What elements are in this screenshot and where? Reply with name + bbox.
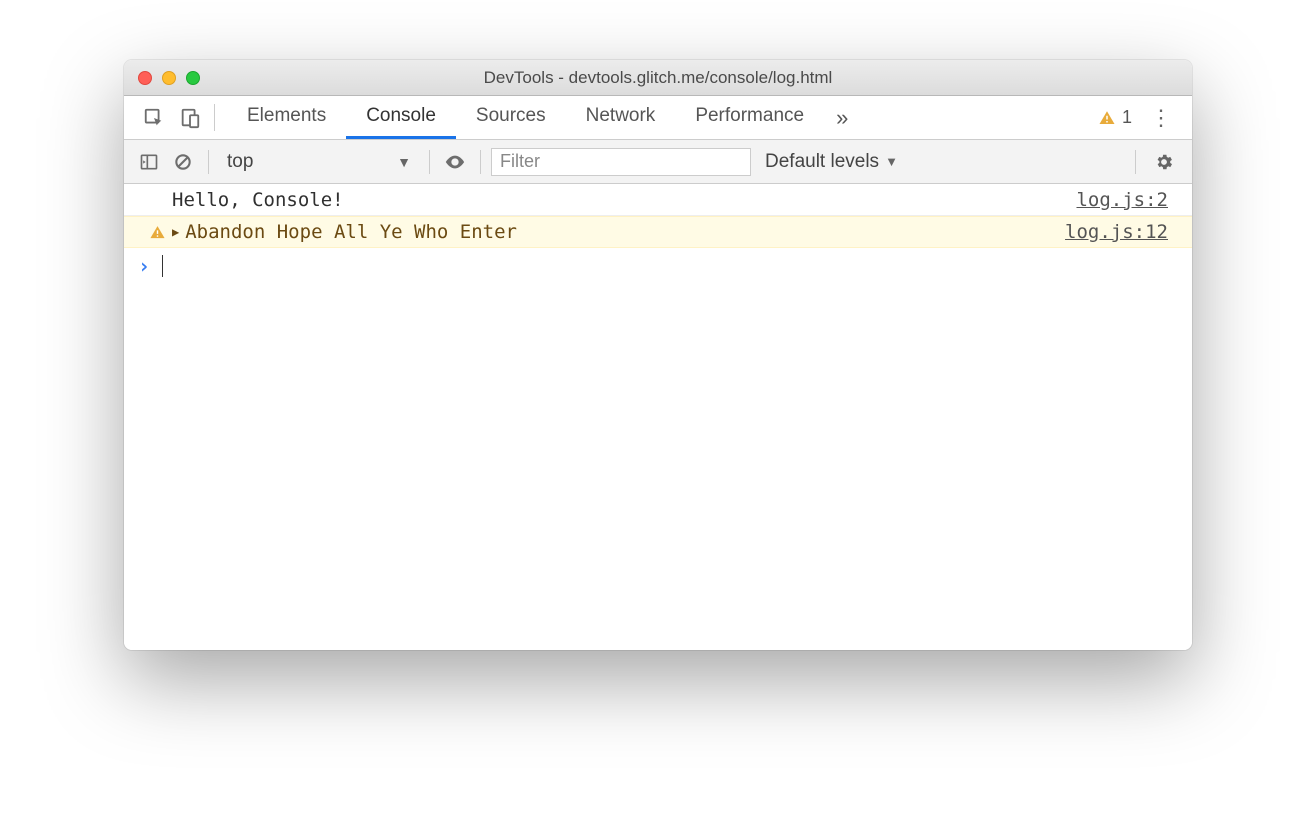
tabs: Elements Console Sources Network Perform… [227, 96, 824, 139]
expand-toggle-icon[interactable]: ▶ [172, 225, 179, 239]
console-output: Hello, Console! log.js:2 ▶ Abandon Hope … [124, 184, 1192, 650]
titlebar: DevTools - devtools.glitch.me/console/lo… [124, 60, 1192, 96]
tab-network[interactable]: Network [566, 96, 676, 139]
log-message: Hello, Console! [172, 189, 1076, 211]
filter-input[interactable] [491, 148, 751, 176]
warning-icon [1098, 109, 1116, 127]
window-title: DevTools - devtools.glitch.me/console/lo… [124, 68, 1192, 88]
source-link[interactable]: log.js:2 [1076, 189, 1178, 211]
zoom-window-button[interactable] [186, 71, 200, 85]
source-link[interactable]: log.js:12 [1065, 221, 1178, 243]
tabs-overflow-button[interactable]: » [824, 96, 860, 139]
divider [429, 150, 430, 174]
divider [208, 150, 209, 174]
tab-performance[interactable]: Performance [675, 96, 824, 139]
console-toolbar: top ▼ Default levels ▼ [124, 140, 1192, 184]
context-selector[interactable]: top ▼ [219, 151, 419, 173]
minimize-window-button[interactable] [162, 71, 176, 85]
tabs-row: Elements Console Sources Network Perform… [124, 96, 1192, 140]
console-settings-icon[interactable] [1146, 152, 1182, 172]
tab-console[interactable]: Console [346, 96, 456, 139]
inspect-element-icon[interactable] [138, 96, 170, 140]
divider [1135, 150, 1136, 174]
prompt-icon: › [138, 254, 150, 278]
settings-menu-button[interactable]: ⋮ [1140, 96, 1182, 139]
context-label: top [227, 151, 253, 173]
divider [480, 150, 481, 174]
console-warn-row: ▶ Abandon Hope All Ye Who Enter log.js:1… [124, 216, 1192, 248]
divider [214, 104, 215, 131]
chevron-down-icon: ▼ [885, 154, 898, 169]
console-input-row[interactable]: › [124, 248, 1192, 284]
warnings-badge[interactable]: 1 [1090, 96, 1140, 139]
warnings-count: 1 [1122, 107, 1132, 128]
warning-icon [149, 224, 166, 241]
live-expression-icon[interactable] [440, 147, 470, 177]
text-cursor [162, 255, 163, 277]
chevron-down-icon: ▼ [397, 154, 411, 170]
console-log-row: Hello, Console! log.js:2 [124, 184, 1192, 216]
window-controls [138, 71, 200, 85]
toggle-sidebar-icon[interactable] [134, 147, 164, 177]
row-gutter [124, 224, 172, 241]
warn-message: Abandon Hope All Ye Who Enter [185, 221, 1065, 243]
tab-sources[interactable]: Sources [456, 96, 566, 139]
levels-label: Default levels [765, 151, 879, 173]
log-levels-selector[interactable]: Default levels ▼ [755, 151, 908, 173]
close-window-button[interactable] [138, 71, 152, 85]
devtools-window: DevTools - devtools.glitch.me/console/lo… [124, 60, 1192, 650]
device-toolbar-icon[interactable] [174, 96, 206, 140]
tab-elements[interactable]: Elements [227, 96, 346, 139]
clear-console-icon[interactable] [168, 147, 198, 177]
